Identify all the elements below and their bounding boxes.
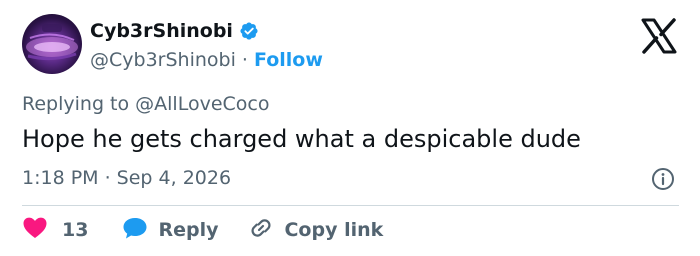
reply-label: Reply bbox=[158, 219, 219, 241]
like-count: 13 bbox=[62, 219, 89, 241]
info-icon[interactable] bbox=[651, 167, 675, 191]
user-display-name[interactable]: Cyb3rShinobi bbox=[90, 19, 233, 43]
tweet-timestamp[interactable]: 1:18 PM · Sep 4, 2026 bbox=[22, 166, 231, 190]
handle-line: @Cyb3rShinobi · Follow bbox=[90, 48, 323, 72]
reply-button[interactable]: Reply bbox=[122, 216, 218, 245]
user-handle[interactable]: @Cyb3rShinobi bbox=[90, 49, 236, 71]
replying-to: Replying to @AllLoveCoco bbox=[22, 93, 270, 115]
like-button[interactable]: 13 bbox=[22, 216, 88, 245]
user-display-name-row[interactable]: Cyb3rShinobi bbox=[90, 19, 259, 43]
link-icon bbox=[248, 216, 274, 245]
verified-badge-icon bbox=[239, 21, 259, 41]
follow-button[interactable]: Follow bbox=[254, 49, 323, 71]
avatar[interactable] bbox=[22, 14, 82, 74]
avatar-image bbox=[26, 24, 78, 61]
tweet-text: Hope he gets charged what a despicable d… bbox=[22, 125, 581, 153]
separator: · bbox=[241, 49, 248, 71]
copy-link-label: Copy link bbox=[284, 219, 384, 241]
action-bar: 13 Reply Copy link bbox=[22, 216, 383, 244]
speech-bubble-icon bbox=[122, 216, 148, 245]
x-logo-icon[interactable] bbox=[640, 18, 678, 54]
divider bbox=[22, 205, 679, 206]
heart-icon bbox=[22, 216, 48, 245]
copy-link-button[interactable]: Copy link bbox=[248, 216, 383, 245]
